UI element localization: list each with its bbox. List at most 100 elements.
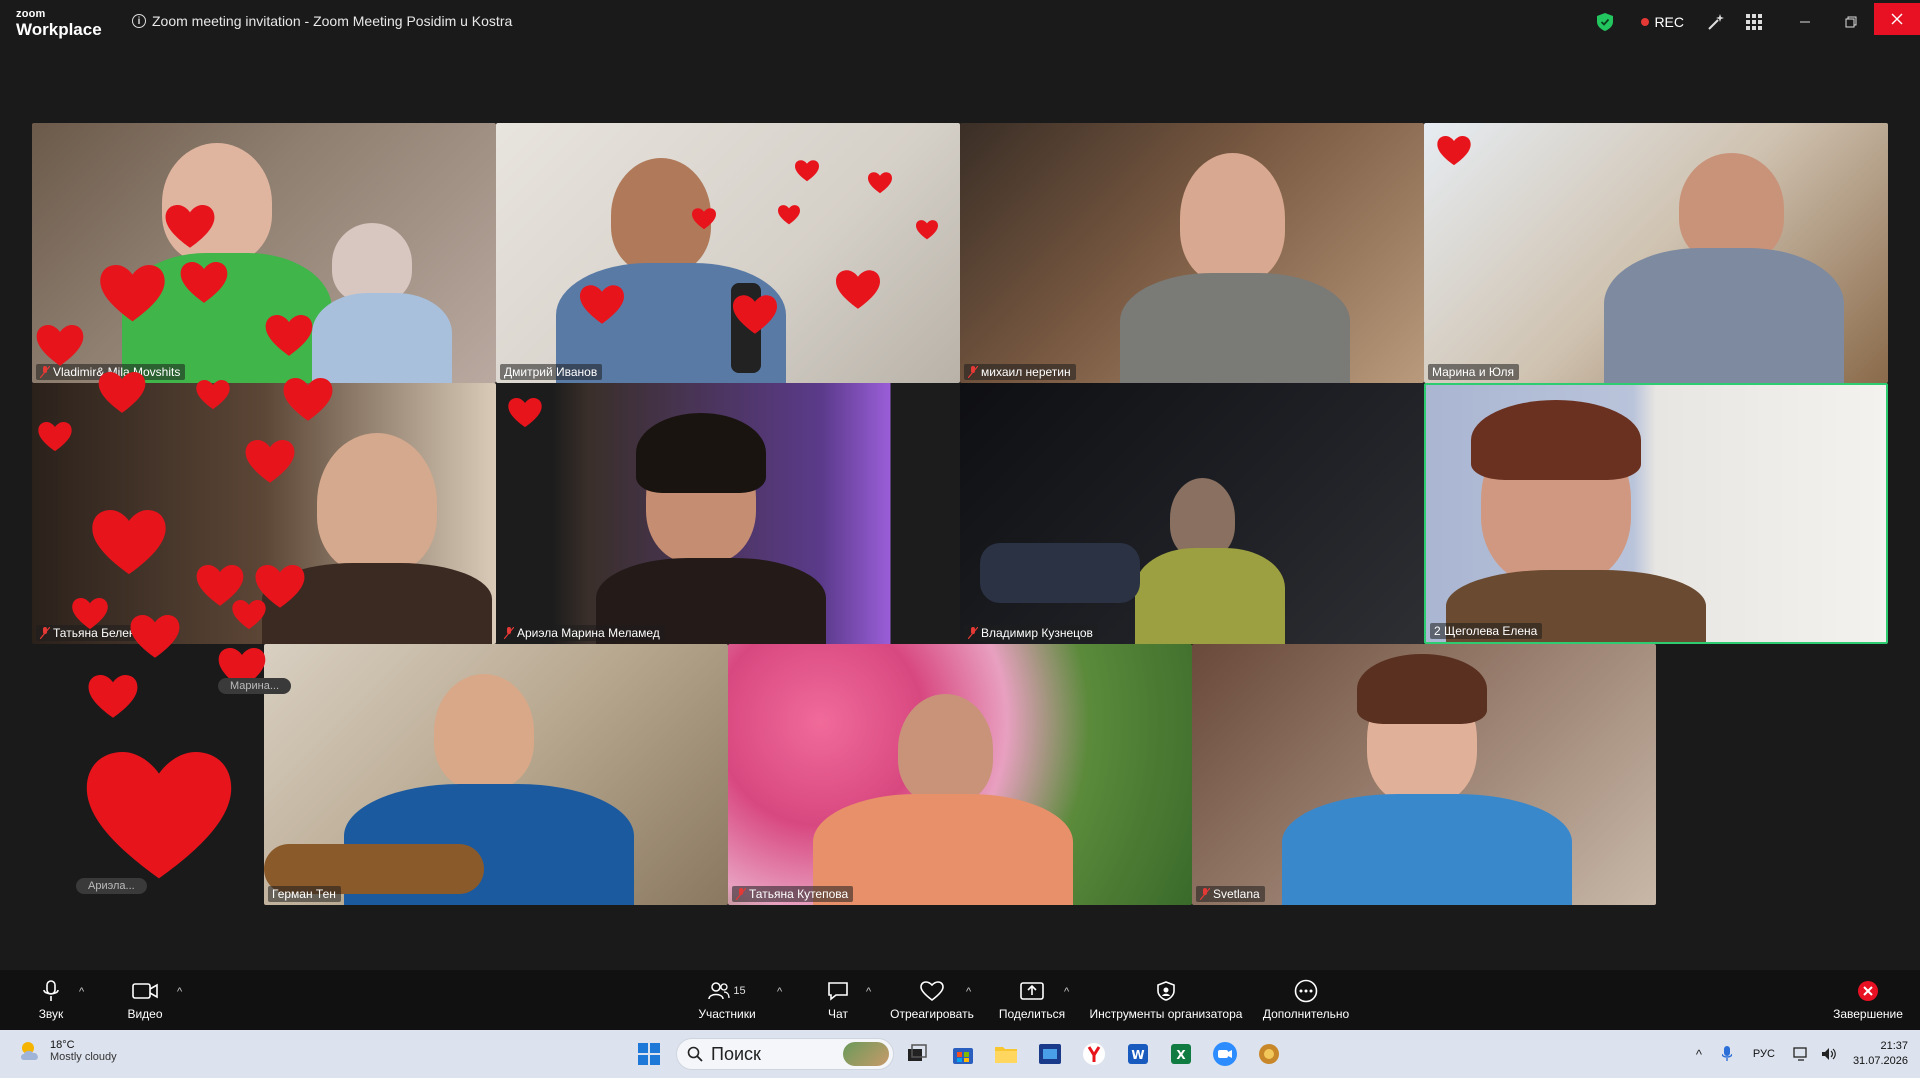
minimize-button[interactable]	[1782, 0, 1828, 44]
heart-icon	[283, 378, 333, 422]
share-options-chevron-icon[interactable]: ^	[1064, 986, 1069, 998]
info-icon[interactable]: i	[132, 14, 146, 28]
video-tile[interactable]: Svetlana	[1192, 644, 1656, 905]
store-icon[interactable]	[950, 1041, 976, 1067]
participant-video	[898, 694, 993, 804]
heart-icon	[36, 325, 84, 367]
participant-video	[312, 293, 452, 383]
record-dot-icon	[1641, 18, 1650, 26]
heart-icon	[1437, 136, 1471, 166]
video-tile[interactable]: Дмитрий Иванов	[496, 123, 960, 383]
chat-button[interactable]: Чат	[820, 970, 856, 1030]
video-tile[interactable]: Татьяна Кутепова	[728, 644, 1192, 905]
restore-icon	[1845, 16, 1857, 28]
chevron-up-icon[interactable]: ^	[1691, 1046, 1707, 1062]
video-tile[interactable]: Vladimir& Mila Movshits	[32, 123, 496, 383]
participants-count: 15	[733, 985, 746, 997]
muted-mic-icon	[968, 366, 978, 378]
heart-icon	[100, 265, 165, 323]
participant-video	[1135, 548, 1285, 644]
audio-options-chevron-icon[interactable]: ^	[79, 986, 84, 998]
apps-grid-icon[interactable]	[1744, 12, 1764, 32]
file-explorer-icon[interactable]	[993, 1041, 1019, 1067]
microphone-icon	[43, 980, 59, 1001]
heart-icon	[916, 220, 938, 240]
video-options-chevron-icon[interactable]: ^	[177, 986, 182, 998]
participant-name-label: 2 Щеголева Елена	[1430, 623, 1543, 639]
participant-video	[1471, 400, 1641, 480]
video-tile[interactable]: Ариэла Марина Меламед	[496, 383, 960, 644]
heart-icon	[868, 172, 892, 194]
participant-video	[434, 674, 534, 789]
react-heart-icon	[920, 981, 944, 1001]
participant-name: 2 Щеголева Елена	[1434, 624, 1538, 638]
search-icon	[687, 1046, 703, 1062]
react-options-chevron-icon[interactable]: ^	[966, 986, 971, 998]
video-tile[interactable]: Герман Тен	[264, 644, 728, 905]
more-label: Дополнительно	[1262, 1007, 1350, 1021]
recording-indicator[interactable]: REC	[1641, 14, 1684, 30]
participant-name: Марина и Юля	[1432, 365, 1514, 379]
excel-icon[interactable]: X	[1168, 1041, 1194, 1067]
muted-mic-icon	[504, 627, 514, 639]
more-options-icon	[1294, 979, 1318, 1003]
participant-name-label: Дмитрий Иванов	[500, 364, 603, 380]
speaker-icon[interactable]	[1821, 1046, 1837, 1062]
window-title: i Zoom meeting invitation - Zoom Meeting…	[132, 13, 512, 29]
share-label: Поделиться	[998, 1007, 1066, 1021]
restore-button[interactable]	[1828, 0, 1874, 44]
keyboard-language[interactable]: РУС	[1753, 1048, 1775, 1060]
heart-icon	[130, 615, 180, 659]
windows-taskbar: 18°C Mostly cloudy Поиск W X ^ РУС 21:37…	[0, 1030, 1920, 1078]
microphone-tray-icon[interactable]	[1719, 1046, 1735, 1062]
react-button[interactable]: Отреагировать	[888, 970, 976, 1030]
active-speaker-tile[interactable]: 2 Щеголева Елена	[1424, 383, 1888, 644]
audio-button[interactable]: Звук	[30, 970, 72, 1030]
network-icon[interactable]	[1793, 1046, 1809, 1062]
zoom-app-icon[interactable]	[1212, 1041, 1238, 1067]
taskbar-search-box[interactable]: Поиск	[676, 1038, 894, 1070]
chat-options-chevron-icon[interactable]: ^	[866, 986, 871, 998]
heart-icon	[98, 372, 146, 414]
participant-video	[1679, 153, 1784, 263]
participant-video	[317, 433, 437, 573]
participant-name-label: михаил неретин	[964, 364, 1076, 380]
muted-mic-icon	[968, 627, 978, 639]
share-button[interactable]: Поделиться	[996, 970, 1068, 1030]
react-label: Отреагировать	[890, 1007, 974, 1021]
end-meeting-button[interactable]: Завершение	[1830, 970, 1906, 1030]
video-tile[interactable]: Марина и Юля	[1424, 123, 1888, 383]
system-tray: ^ РУС 21:37 31.07.2026	[1685, 1030, 1920, 1078]
temperature: 18°C	[50, 1039, 75, 1051]
video-tile[interactable]: Владимир Кузнецов	[960, 383, 1424, 644]
windows-logo-icon	[638, 1043, 660, 1065]
more-button[interactable]: Дополнительно	[1258, 970, 1354, 1030]
app-icon-extra[interactable]	[1256, 1041, 1282, 1067]
yandex-browser-icon[interactable]	[1081, 1041, 1107, 1067]
heart-icon	[72, 598, 108, 630]
taskbar-clock[interactable]: 21:37 31.07.2026	[1853, 1039, 1908, 1069]
participants-options-chevron-icon[interactable]: ^	[777, 986, 782, 998]
security-shield-icon[interactable]	[1597, 13, 1614, 31]
muted-mic-icon	[1200, 888, 1210, 900]
video-tile[interactable]: михаил неретин	[960, 123, 1424, 383]
heart-icon	[836, 270, 880, 310]
weather-widget[interactable]: 18°C Mostly cloudy	[18, 1039, 117, 1063]
magic-wand-icon[interactable]	[1706, 12, 1726, 32]
participants-icon	[708, 982, 731, 1000]
video-button[interactable]: Видео	[122, 970, 168, 1030]
task-view-icon[interactable]	[904, 1041, 930, 1067]
word-icon[interactable]: W	[1125, 1041, 1151, 1067]
participant-video	[1120, 273, 1350, 383]
chat-label: Чат	[828, 1007, 848, 1021]
host-tools-button[interactable]: Инструменты организатора	[1088, 970, 1244, 1030]
muted-mic-icon	[40, 366, 50, 378]
start-button[interactable]	[636, 1041, 662, 1067]
end-meeting-icon	[1858, 981, 1878, 1001]
weather-condition: Mostly cloudy	[50, 1051, 117, 1063]
close-window-button[interactable]	[1874, 3, 1920, 35]
participants-button[interactable]: 15 Участники	[692, 970, 762, 1030]
app-icon[interactable]	[1037, 1041, 1063, 1067]
participants-label: Участники	[698, 1007, 756, 1021]
heart-icon	[778, 205, 800, 225]
